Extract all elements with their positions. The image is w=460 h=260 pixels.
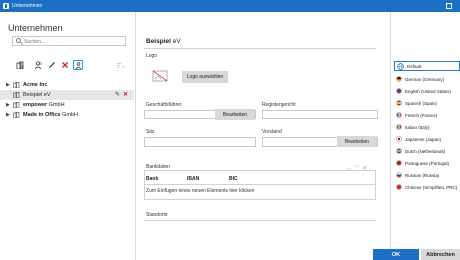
registergericht-label: Registergericht [262, 102, 296, 108]
france-flag-icon [396, 112, 402, 118]
standorte-label: Standorte [146, 212, 168, 218]
language-label: Russian (Russia) [405, 172, 440, 178]
building-icon [13, 82, 20, 89]
window-titlebar: Unternehmen [0, 0, 460, 12]
edit-button[interactable] [47, 60, 57, 70]
column-header[interactable]: IBAN [187, 176, 199, 182]
portugal-flag-icon [396, 160, 402, 166]
sitz-label: Sitz [146, 129, 155, 135]
spain-flag-icon [396, 100, 402, 106]
maximize-icon[interactable] [446, 3, 452, 9]
add-person-button[interactable] [33, 60, 43, 70]
pencil-icon [49, 62, 55, 68]
china-flag-icon [396, 184, 402, 190]
language-item[interactable]: Spanish (Spain) [396, 98, 460, 108]
language-item[interactable]: Italian (Italy) [396, 122, 460, 132]
tree-item-company[interactable]: ▶ Made in Office GmbH [0, 110, 134, 120]
cancel-button[interactable]: Abbrechen [421, 249, 460, 260]
edit-vorstand-button[interactable]: Bearbeiten [337, 136, 377, 147]
tree-item-company[interactable]: ▶ Acme Inc [0, 80, 134, 90]
language-item[interactable]: Dutch (Netherlands) [396, 146, 460, 156]
language-label: Chinese (Simplified, PRC) [405, 184, 458, 190]
delete-icon [62, 62, 68, 68]
language-label: Dutch (Netherlands) [405, 148, 446, 154]
column-header[interactable]: Bank [146, 176, 158, 182]
sort-button[interactable] [115, 60, 125, 70]
edit-geschaeftsfuehrer-button[interactable]: Bearbeiten [215, 109, 255, 120]
new-row-hint[interactable]: Zum Einfügen eines neuen Elements hier k… [146, 188, 254, 194]
building-add-icon [16, 61, 23, 69]
delete-icon[interactable]: ✕ [123, 92, 128, 98]
tree-item-company[interactable]: ▶ Beispiel eV ✎✕ [0, 90, 134, 100]
company-name: empower GmbH [23, 102, 65, 108]
language-item[interactable]: Russian (Russia) [396, 170, 460, 180]
delete-button[interactable] [60, 60, 70, 70]
search-icon [16, 38, 21, 43]
language-label: Italian (Italy) [405, 124, 430, 130]
language-item[interactable]: English (United States) [396, 86, 460, 96]
language-item-default[interactable]: Default [394, 61, 460, 71]
person-add-icon [34, 61, 41, 69]
language-label: Default [407, 63, 422, 69]
building-icon [13, 112, 20, 119]
language-item[interactable]: Japanese (Japan) [396, 134, 460, 144]
expand-arrow-icon[interactable]: ▶ [6, 102, 11, 108]
move-person-button[interactable] [73, 60, 83, 70]
germany-flag-icon [396, 76, 402, 82]
select-logo-button[interactable]: Logo auswählen [182, 71, 228, 83]
pane-heading: Unternehmen [8, 23, 63, 33]
add-company-button[interactable] [15, 60, 25, 70]
language-label: German (Germany) [405, 76, 445, 82]
language-label: English (United States) [405, 88, 452, 94]
divider [144, 220, 376, 221]
company-list-pane [0, 12, 136, 260]
company-name: Beispiel eV [23, 92, 51, 98]
vorstand-label: Vorstand [262, 129, 282, 135]
language-item[interactable]: German (Germany) [396, 74, 460, 84]
pencil-icon[interactable]: ✎ [115, 92, 120, 98]
divider [144, 48, 376, 49]
column-header[interactable]: BIC [229, 176, 238, 182]
geschaeftsfuehrer-label: Geschäftsführer [146, 102, 182, 108]
globe-icon [397, 62, 404, 70]
sitz-field[interactable] [144, 137, 256, 147]
image-placeholder-icon [152, 70, 168, 82]
logo-label: Logo [146, 53, 158, 59]
record-title: Beispiel eV [146, 38, 181, 45]
grid-header-divider [144, 184, 376, 185]
company-name: Acme Inc [23, 82, 48, 88]
move-person-icon [75, 61, 81, 69]
row-actions: ✎ ✕ [115, 91, 128, 98]
netherlands-flag-icon [396, 148, 402, 154]
search-box[interactable] [12, 36, 126, 46]
language-label: Japanese (Japan) [405, 136, 442, 142]
language-item[interactable]: Chinese (Simplified, PRC) [396, 182, 460, 192]
italy-flag-icon [396, 124, 402, 130]
language-item[interactable]: French (France) [396, 110, 460, 120]
language-item[interactable]: Portuguese (Portugal) [396, 158, 460, 168]
building-icon [13, 92, 20, 99]
tree-item-company[interactable]: ▶ empower GmbH [0, 100, 134, 110]
usa-flag-icon [396, 88, 402, 94]
ok-button[interactable]: OK [373, 249, 419, 260]
japan-flag-icon [396, 136, 402, 142]
language-label: Portuguese (Portugal) [405, 160, 450, 166]
bank-grid [144, 170, 376, 200]
sort-icon [117, 62, 124, 68]
registergericht-field[interactable] [262, 110, 378, 119]
building-icon [13, 102, 20, 109]
window-title: Unternehmen [12, 3, 43, 9]
expand-arrow-icon[interactable]: ▶ [6, 82, 11, 88]
search-input[interactable] [24, 38, 122, 45]
company-name: Made in Office GmbH [23, 112, 79, 118]
russia-flag-icon [396, 172, 402, 178]
language-label: Spanish (Spain) [405, 100, 438, 106]
expand-arrow-icon[interactable]: ▶ [6, 112, 11, 118]
language-label: French (France) [405, 112, 438, 118]
app-icon [3, 3, 9, 9]
